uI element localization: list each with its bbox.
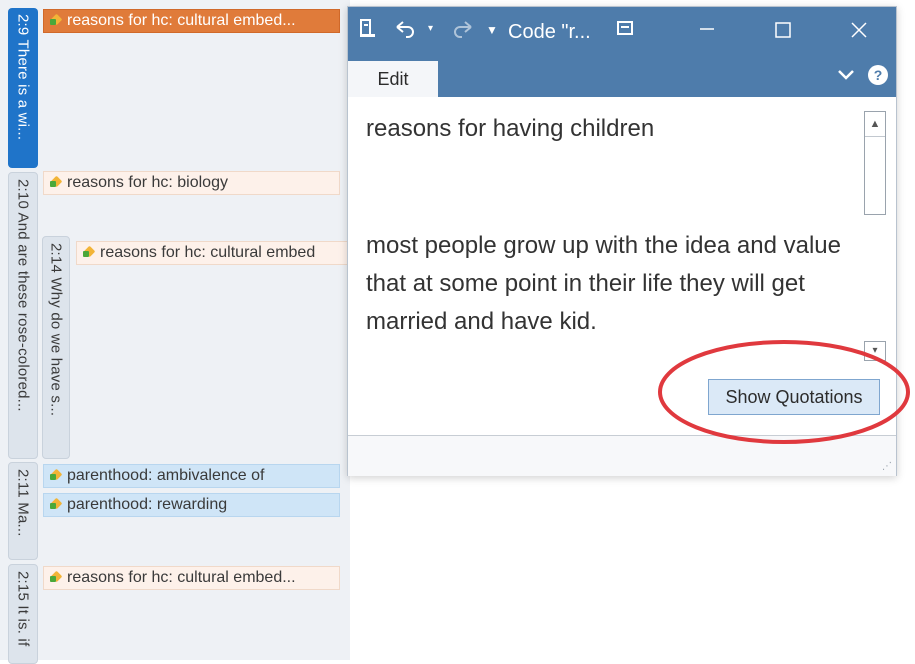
doc-tab-2-10[interactable]: 2:10 And are these rose-colored...	[8, 172, 38, 459]
code-tag-cultural-embed-2[interactable]: reasons for hc: cultural embed...	[43, 566, 340, 590]
doc-tab-label: 2:15 It is. if	[14, 571, 32, 647]
code-tag-cultural-embed[interactable]: reasons for hc: cultural embed	[76, 241, 350, 265]
code-tag-biology[interactable]: reasons for hc: biology	[43, 171, 340, 195]
redo-icon[interactable]	[452, 19, 474, 45]
comment-editor[interactable]: reasons for having children ▲ most peopl…	[348, 97, 896, 437]
doc-tab-label: 2:9 There is a wi...	[14, 14, 32, 141]
doc-tab-2-14[interactable]: 2:14 Why do we have s...	[42, 236, 70, 459]
collapse-ribbon-icon[interactable]	[836, 67, 856, 88]
code-icon	[50, 14, 64, 26]
doc-tab-label: 2:14 Why do we have s...	[47, 243, 65, 417]
window-mode-icon[interactable]	[616, 19, 634, 43]
code-icon	[83, 246, 97, 258]
code-icon	[50, 498, 64, 510]
code-tag-label: reasons for hc: cultural embed	[100, 244, 316, 261]
doc-tab-2-15[interactable]: 2:15 It is. if	[8, 564, 38, 664]
close-icon[interactable]	[850, 21, 868, 45]
code-icon	[50, 469, 64, 481]
code-tag-label: parenthood: rewarding	[67, 496, 228, 513]
doc-tab-label: 2:10 And are these rose-colored...	[14, 179, 32, 412]
code-icon	[50, 176, 64, 188]
code-tag-label: reasons for hc: cultural embed...	[67, 12, 296, 29]
code-tag-ambivalence[interactable]: parenthood: ambivalence of	[43, 464, 340, 488]
maximize-icon[interactable]	[774, 21, 792, 45]
show-quotations-button[interactable]: Show Quotations	[708, 379, 880, 415]
code-name-text: reasons for having children	[366, 115, 655, 142]
quick-access-dropdown-icon[interactable]: ▼	[486, 23, 498, 37]
code-comment-window: ▾ ▼ Code "r... Edit ? reasons for having…	[347, 6, 897, 476]
code-tag-label: reasons for hc: biology	[67, 174, 228, 191]
code-tag-label: reasons for hc: cultural embed...	[67, 569, 296, 586]
resize-grip-icon[interactable]: ⋰	[882, 461, 892, 472]
doc-tab-2-9[interactable]: 2:9 There is a wi...	[8, 8, 38, 168]
undo-dropdown-icon[interactable]: ▾	[428, 23, 433, 34]
tab-edit[interactable]: Edit	[348, 61, 438, 97]
scroll-up-icon[interactable]: ▲	[865, 112, 885, 137]
doc-tab-2-11[interactable]: 2:11 Ma...	[8, 462, 38, 560]
undo-icon[interactable]	[394, 19, 416, 45]
vertical-scrollbar[interactable]: ▲	[864, 111, 886, 215]
code-tag-cultural-embed-selected[interactable]: reasons for hc: cultural embed...	[43, 9, 340, 33]
margin-area: 2:9 There is a wi... 2:10 And are these …	[0, 0, 350, 664]
window-title: Code "r...	[508, 21, 591, 43]
code-tag-rewarding[interactable]: parenthood: rewarding	[43, 493, 340, 517]
code-tag-label: parenthood: ambivalence of	[67, 467, 265, 484]
help-icon[interactable]: ?	[868, 65, 888, 85]
scroll-down-icon[interactable]: ▾	[864, 341, 886, 361]
app-icon	[360, 19, 376, 45]
code-icon	[50, 571, 64, 583]
ribbon-bar: Edit ?	[348, 55, 896, 97]
minimize-icon[interactable]	[698, 17, 716, 43]
doc-tab-label: 2:11 Ma...	[14, 469, 32, 537]
comment-text[interactable]: most people grow up with the idea and va…	[366, 227, 856, 341]
status-bar: ⋰	[348, 435, 896, 476]
window-titlebar[interactable]: ▾ ▼ Code "r...	[348, 7, 896, 55]
